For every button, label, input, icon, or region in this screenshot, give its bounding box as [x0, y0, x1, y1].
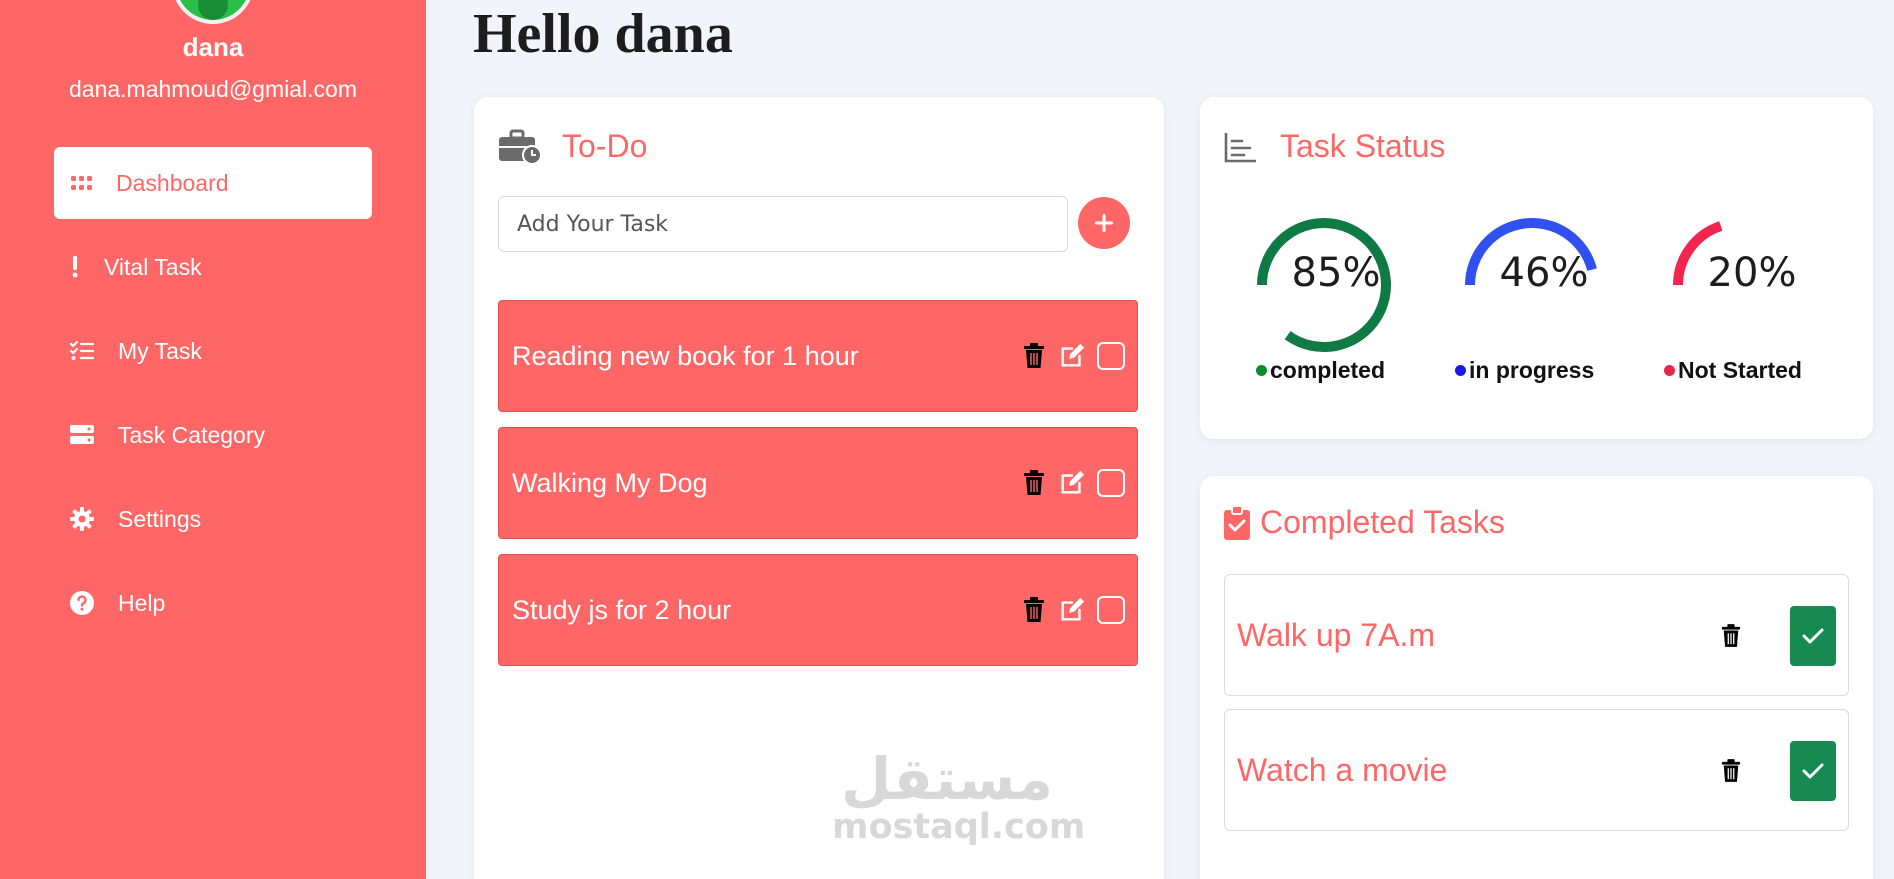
- watermark: مستقل mostaql.com: [832, 745, 1086, 847]
- check-icon: [1802, 627, 1824, 645]
- grid-icon: [70, 171, 94, 195]
- sidebar-item-label: My Task: [118, 337, 202, 364]
- exclamation-icon: [70, 255, 80, 279]
- sidebar-item-help[interactable]: Help: [54, 567, 372, 639]
- page-title: Hello dana: [473, 3, 733, 65]
- task-checkbox[interactable]: [1097, 596, 1125, 624]
- task-text: Walking My Dog: [512, 467, 708, 498]
- legend-dot: [1664, 365, 1675, 376]
- task-item: Walking My Dog: [498, 427, 1138, 539]
- completed-task-text: Walk up 7A.m: [1237, 616, 1435, 653]
- gauge-legend: Not Started: [1664, 357, 1802, 384]
- todo-title: To-Do: [562, 128, 648, 164]
- completed-title: Completed Tasks: [1260, 504, 1505, 540]
- briefcase-clock-icon: [498, 129, 542, 165]
- checklist-icon: [70, 339, 94, 363]
- status-title-row: Task Status: [1224, 128, 1445, 165]
- user-name: dana: [182, 32, 244, 62]
- status-gauge-not-started: 20% Not Started: [1664, 217, 1852, 387]
- status-gauge-in-progress: 46% in progress: [1455, 217, 1644, 387]
- add-task-button[interactable]: [1078, 197, 1130, 249]
- task-status-card: Task Status 85% completed 46% in progres…: [1200, 97, 1873, 439]
- task-actions: [1009, 469, 1125, 497]
- user-email: dana.mahmoud@gmial.com: [69, 76, 357, 102]
- task-item: Reading new book for 1 hour: [498, 300, 1138, 412]
- sidebar-item-label: Settings: [118, 505, 202, 532]
- plus-icon: [1093, 212, 1115, 234]
- clipboard-check-icon: [1224, 505, 1250, 540]
- trash-icon[interactable]: [1021, 469, 1047, 497]
- completed-task-item: Walk up 7A.m: [1224, 574, 1849, 696]
- completed-task-text: Watch a movie: [1237, 751, 1448, 788]
- sidebar-item-task-category[interactable]: Task Category: [54, 399, 372, 471]
- sidebar-item-label: Dashboard: [116, 169, 229, 196]
- gauge-percent: 20%: [1707, 250, 1797, 296]
- task-checkbox[interactable]: [1097, 469, 1125, 497]
- avatar[interactable]: [172, 0, 254, 24]
- add-task-input[interactable]: [498, 196, 1068, 252]
- task-actions: [1009, 596, 1125, 624]
- gauge-percent: 46%: [1499, 250, 1589, 296]
- legend-label: in progress: [1469, 357, 1595, 383]
- legend-dot: [1256, 365, 1267, 376]
- legend-dot: [1455, 365, 1466, 376]
- help-icon: [70, 591, 94, 615]
- trash-icon[interactable]: [1719, 622, 1743, 650]
- avatar-figure: [198, 0, 228, 20]
- sidebar-item-vital-task[interactable]: Vital Task: [54, 231, 372, 303]
- sidebar-item-label: Help: [118, 589, 166, 616]
- gauge-legend: completed: [1256, 357, 1385, 384]
- status-title: Task Status: [1280, 128, 1446, 164]
- category-icon: [70, 423, 94, 447]
- legend-label: completed: [1270, 357, 1386, 383]
- task-checkbox[interactable]: [1097, 342, 1125, 370]
- complete-toggle[interactable]: [1790, 741, 1836, 801]
- watermark-arabic: مستقل: [840, 745, 1054, 813]
- complete-toggle[interactable]: [1790, 606, 1836, 666]
- sidebar-item-my-task[interactable]: My Task: [54, 315, 372, 387]
- bar-chart-icon: [1224, 131, 1258, 163]
- task-item: Study js for 2 hour: [498, 554, 1138, 666]
- sidebar-item-dashboard[interactable]: Dashboard: [54, 147, 372, 219]
- gauge-legend: in progress: [1455, 357, 1594, 384]
- task-actions: [1009, 342, 1125, 370]
- sidebar-item-label: Vital Task: [104, 253, 202, 280]
- gauge-percent: 85%: [1291, 250, 1381, 296]
- trash-icon[interactable]: [1021, 596, 1047, 624]
- edit-icon[interactable]: [1059, 342, 1085, 370]
- legend-label: Not Started: [1678, 357, 1802, 383]
- gear-icon: [70, 507, 94, 531]
- trash-icon[interactable]: [1719, 757, 1743, 785]
- task-text: Reading new book for 1 hour: [512, 340, 859, 371]
- edit-icon[interactable]: [1059, 596, 1085, 624]
- sidebar-item-settings[interactable]: Settings: [54, 483, 372, 555]
- task-text: Study js for 2 hour: [512, 594, 732, 625]
- watermark-latin: mostaql.com: [832, 807, 1086, 847]
- sidebar: dana dana.mahmoud@gmial.com Dashboard Vi…: [0, 0, 426, 879]
- edit-icon[interactable]: [1059, 469, 1085, 497]
- todo-title-row: To-Do: [498, 128, 647, 165]
- completed-tasks-card: Completed Tasks Walk up 7A.m Watch a mov…: [1200, 476, 1873, 879]
- completed-task-item: Watch a movie: [1224, 709, 1849, 831]
- check-icon: [1802, 762, 1824, 780]
- completed-title-row: Completed Tasks: [1224, 504, 1505, 541]
- status-gauge-completed: 85% completed: [1256, 217, 1436, 387]
- sidebar-item-label: Task Category: [118, 421, 266, 448]
- trash-icon[interactable]: [1021, 342, 1047, 370]
